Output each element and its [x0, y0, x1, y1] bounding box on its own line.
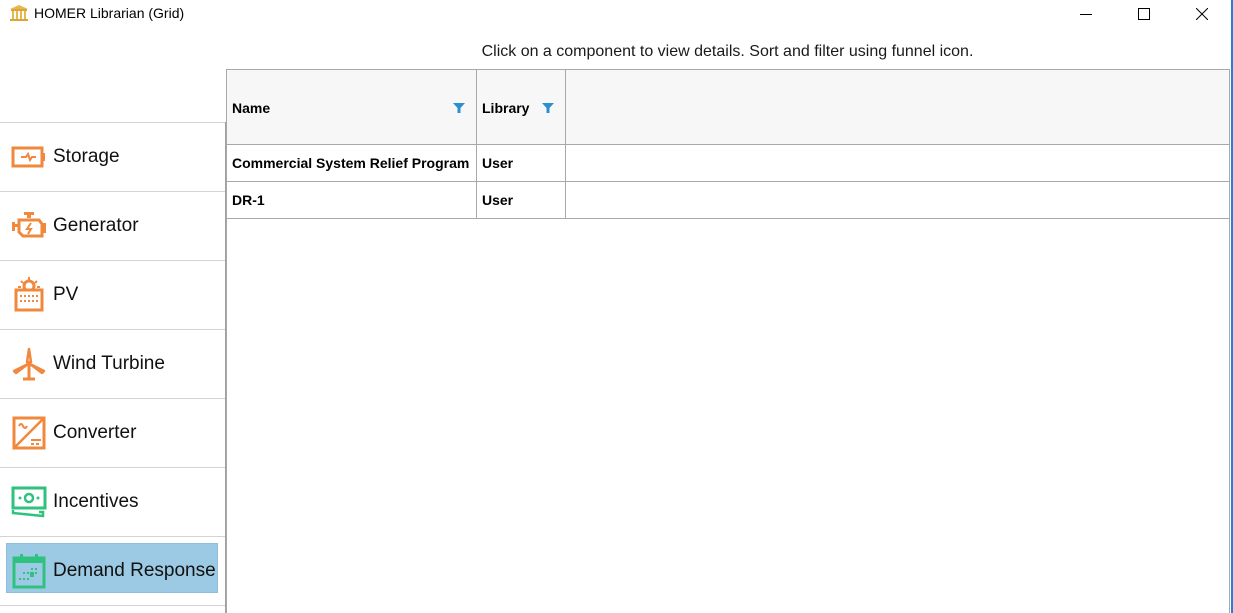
sidebar-item-converter[interactable]: Converter: [0, 398, 225, 467]
engine-icon: [11, 208, 47, 244]
column-header-label: Name: [232, 99, 271, 116]
table-row[interactable]: DR-1 User: [227, 182, 1229, 219]
sidebar-item-incentives[interactable]: Incentives: [0, 467, 225, 536]
battery-icon: [11, 139, 47, 175]
instructions-text: Click on a component to view details. So…: [481, 43, 974, 60]
column-header-label: Library: [482, 99, 530, 116]
sidebar-item-label: Incentives: [53, 491, 139, 512]
solar-panel-icon: [11, 277, 47, 313]
close-button[interactable]: [1173, 0, 1231, 28]
sidebar-item-label: Storage: [53, 146, 120, 167]
close-icon: [1196, 8, 1208, 20]
sidebar-item-storage[interactable]: Storage: [0, 122, 225, 191]
sidebar-item-wind-turbine[interactable]: Wind Turbine: [0, 329, 225, 398]
library-building-icon: [9, 4, 29, 22]
maximize-icon: [1138, 8, 1150, 20]
sidebar-item-pv[interactable]: PV: [0, 260, 225, 329]
sidebar-item-label: PV: [53, 284, 79, 305]
sidebar-divider: [0, 605, 225, 613]
converter-icon: [11, 415, 47, 451]
column-header-library[interactable]: Library: [477, 70, 566, 145]
sidebar-item-demand-response[interactable]: Demand Response: [0, 536, 225, 605]
table-row[interactable]: Commercial System Relief Program User: [227, 145, 1229, 182]
grid-header: Name Library: [227, 70, 1229, 145]
sidebar-item-label: Generator: [53, 215, 139, 236]
component-grid: Name Library Commercial System Relief Pr…: [226, 69, 1230, 613]
component-sidebar: Storage Generator PV Wind Turbine Conver…: [0, 122, 226, 613]
sidebar-item-generator[interactable]: Generator: [0, 191, 225, 260]
window-title: HOMER Librarian (Grid): [34, 5, 185, 21]
column-header-name[interactable]: Name: [227, 70, 477, 145]
funnel-icon[interactable]: [542, 101, 554, 113]
calendar-icon: [11, 553, 47, 589]
sidebar-item-label: Demand Response: [53, 560, 216, 581]
minimize-button[interactable]: [1057, 0, 1115, 28]
funnel-icon[interactable]: [453, 101, 465, 113]
minimize-icon: [1080, 14, 1092, 15]
title-bar: HOMER Librarian (Grid): [0, 0, 1233, 28]
cell-name: DR-1: [227, 182, 477, 218]
maximize-button[interactable]: [1115, 0, 1173, 28]
cell-name: Commercial System Relief Program: [227, 145, 477, 181]
money-icon: [11, 484, 47, 520]
cell-library: User: [477, 182, 566, 218]
sidebar-item-label: Wind Turbine: [53, 353, 165, 374]
cell-library: User: [477, 145, 566, 181]
sidebar-item-label: Converter: [53, 422, 137, 443]
wind-turbine-icon: [11, 346, 47, 382]
